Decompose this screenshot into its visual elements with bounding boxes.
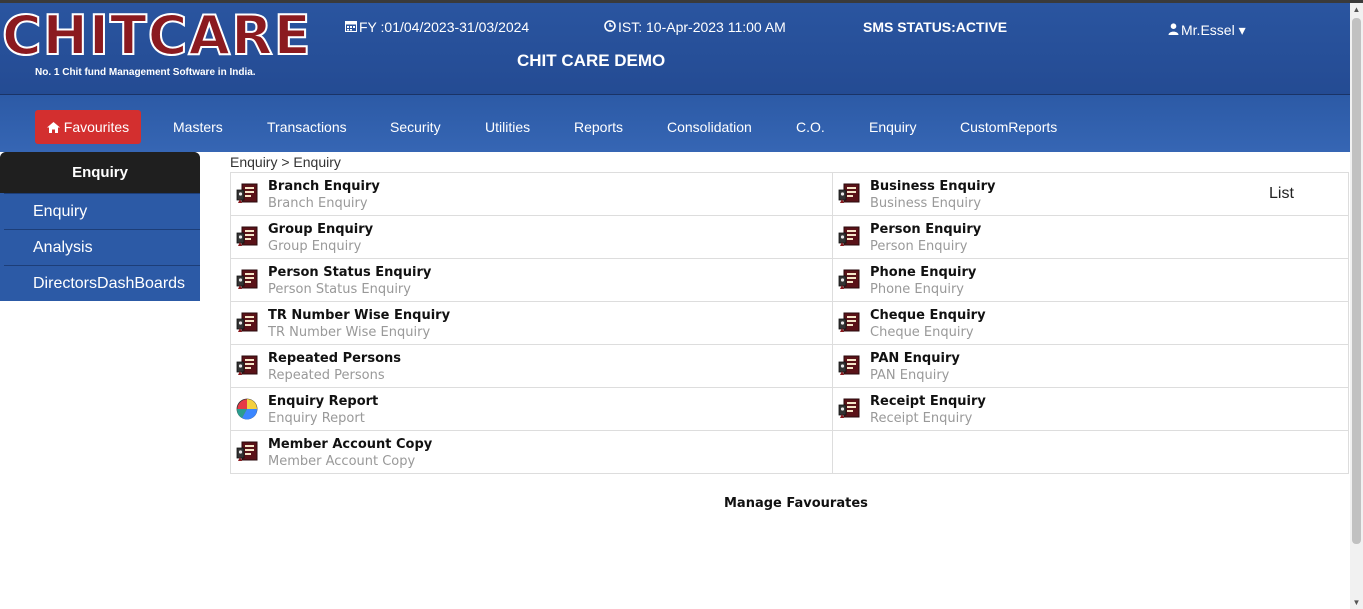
user-name: Mr.Essel	[1181, 22, 1235, 38]
financial-year: FY :01/04/2023-31/03/2024	[345, 19, 529, 35]
sidebar-item-enquiry[interactable]: Enquiry	[4, 193, 200, 229]
scroll-thumb[interactable]	[1352, 18, 1361, 544]
sidebar-header: Enquiry	[0, 152, 200, 193]
ist-label: IST: 10-Apr-2023 11:00 AM	[618, 19, 786, 35]
nav-security[interactable]: Security	[390, 110, 441, 144]
enquiry-subtitle: Repeated Persons	[268, 368, 385, 383]
enquiry-title[interactable]: Cheque Enquiry	[870, 308, 986, 323]
enquiry-title[interactable]: Enquiry Report	[268, 394, 378, 409]
enquiry-item[interactable]: Branch Enquiry Branch Enquiry	[231, 173, 833, 216]
company-name: CHIT CARE DEMO	[517, 51, 666, 70]
nav-consolidation[interactable]: Consolidation	[667, 110, 752, 144]
empty-cell	[833, 431, 1348, 474]
report-icon	[236, 441, 258, 463]
enquiry-subtitle: Phone Enquiry	[870, 282, 964, 297]
chitcare-logo: CHITCARE	[1, 4, 312, 67]
enquiry-item[interactable]: Member Account Copy Member Account Copy	[231, 431, 833, 474]
report-icon	[236, 312, 258, 334]
breadcrumb: Enquiry > Enquiry	[230, 154, 341, 170]
nav-transactions[interactable]: Transactions	[267, 110, 347, 144]
chevron-down-icon: ▾	[1238, 22, 1246, 38]
main-navbar: Favourites Masters Transactions Security…	[0, 95, 1350, 152]
enquiry-item[interactable]: Phone Enquiry Phone Enquiry	[833, 259, 1348, 302]
report-icon	[236, 355, 258, 377]
enquiry-title[interactable]: Person Enquiry	[870, 222, 981, 237]
report-icon	[838, 398, 860, 420]
enquiry-subtitle: Cheque Enquiry	[870, 325, 974, 340]
clock-icon	[604, 20, 616, 32]
logo-tagline: No. 1 Chit fund Management Software in I…	[35, 67, 256, 78]
report-icon	[236, 226, 258, 248]
enquiry-title[interactable]: PAN Enquiry	[870, 351, 960, 366]
enquiry-item[interactable]: Receipt Enquiry Receipt Enquiry	[833, 388, 1348, 431]
pie-chart-icon	[236, 398, 258, 420]
nav-enquiry[interactable]: Enquiry	[869, 110, 916, 144]
calendar-icon	[345, 21, 357, 32]
enquiry-title[interactable]: Group Enquiry	[268, 222, 373, 237]
report-icon	[838, 183, 860, 205]
sidebar: Enquiry Enquiry Analysis DirectorsDashBo…	[0, 152, 200, 301]
enquiry-subtitle: Business Enquiry	[870, 196, 982, 211]
enquiry-title[interactable]: Phone Enquiry	[870, 265, 976, 280]
report-icon	[236, 269, 258, 291]
app-header: CHITCARE No. 1 Chit fund Management Soft…	[0, 3, 1350, 94]
enquiry-title[interactable]: Receipt Enquiry	[870, 394, 986, 409]
enquiry-grid: Branch Enquiry Branch Enquiry Group Enquir…	[230, 172, 1349, 474]
enquiry-title[interactable]: Branch Enquiry	[268, 179, 380, 194]
enquiry-subtitle: Group Enquiry	[268, 239, 362, 254]
enquiry-item[interactable]: Cheque Enquiry Cheque Enquiry	[833, 302, 1348, 345]
enquiry-item[interactable]: PAN Enquiry PAN Enquiry	[833, 345, 1348, 388]
user-menu[interactable]: Mr.Essel ▾	[1168, 22, 1246, 39]
enquiry-title[interactable]: Repeated Persons	[268, 351, 401, 366]
report-icon	[838, 355, 860, 377]
report-icon	[838, 312, 860, 334]
enquiry-title[interactable]: Member Account Copy	[268, 437, 432, 452]
nav-utilities[interactable]: Utilities	[485, 110, 530, 144]
sms-status: SMS STATUS:ACTIVE	[863, 19, 1008, 35]
enquiry-subtitle: Member Account Copy	[268, 454, 416, 469]
enquiry-title[interactable]: Business Enquiry	[870, 179, 995, 194]
nav-customreports[interactable]: CustomReports	[960, 110, 1057, 144]
enquiry-item[interactable]: Person Status Enquiry Person Status Enqui…	[231, 259, 833, 302]
nav-favourites[interactable]: Favourites	[35, 110, 141, 144]
enquiry-subtitle: Enquiry Report	[268, 411, 365, 426]
enquiry-item[interactable]: Repeated Persons Repeated Persons	[231, 345, 833, 388]
enquiry-title[interactable]: TR Number Wise Enquiry	[268, 308, 450, 323]
ist-time: IST: 10-Apr-2023 11:00 AM	[604, 19, 786, 35]
fy-label: FY :01/04/2023-31/03/2024	[359, 19, 530, 35]
nav-masters[interactable]: Masters	[173, 110, 223, 144]
enquiry-subtitle: TR Number Wise Enquiry	[268, 325, 431, 340]
nav-favourites-label: Favourites	[63, 119, 130, 135]
sidebar-item-analysis[interactable]: Analysis	[4, 229, 200, 265]
report-icon	[838, 269, 860, 291]
home-icon	[46, 122, 60, 133]
nav-reports[interactable]: Reports	[574, 110, 623, 144]
enquiry-item[interactable]: TR Number Wise Enquiry TR Number Wise Enq…	[231, 302, 833, 345]
report-icon	[236, 183, 258, 205]
scroll-up-arrow-icon[interactable]: ▲	[1350, 3, 1363, 16]
enquiry-item[interactable]: Enquiry Report Enquiry Report	[231, 388, 833, 431]
report-icon	[838, 226, 860, 248]
sidebar-item-directorsdashboards[interactable]: DirectorsDashBoards	[4, 265, 200, 301]
enquiry-subtitle: Person Status Enquiry	[268, 282, 411, 297]
vertical-scrollbar[interactable]: ▲ ▼	[1350, 3, 1363, 609]
nav-co[interactable]: C.O.	[796, 110, 825, 144]
enquiry-item[interactable]: Group Enquiry Group Enquiry	[231, 216, 833, 259]
user-icon	[1168, 23, 1179, 35]
enquiry-subtitle: PAN Enquiry	[870, 368, 950, 383]
enquiry-subtitle: Receipt Enquiry	[870, 411, 973, 426]
enquiry-subtitle: Branch Enquiry	[268, 196, 368, 211]
scroll-down-arrow-icon[interactable]: ▼	[1350, 596, 1363, 609]
list-label: List	[1269, 185, 1294, 202]
manage-favourites-link[interactable]: Manage Favourates	[724, 496, 868, 511]
enquiry-subtitle: Person Enquiry	[870, 239, 968, 254]
enquiry-item[interactable]: Person Enquiry Person Enquiry	[833, 216, 1348, 259]
enquiry-title[interactable]: Person Status Enquiry	[268, 265, 431, 280]
